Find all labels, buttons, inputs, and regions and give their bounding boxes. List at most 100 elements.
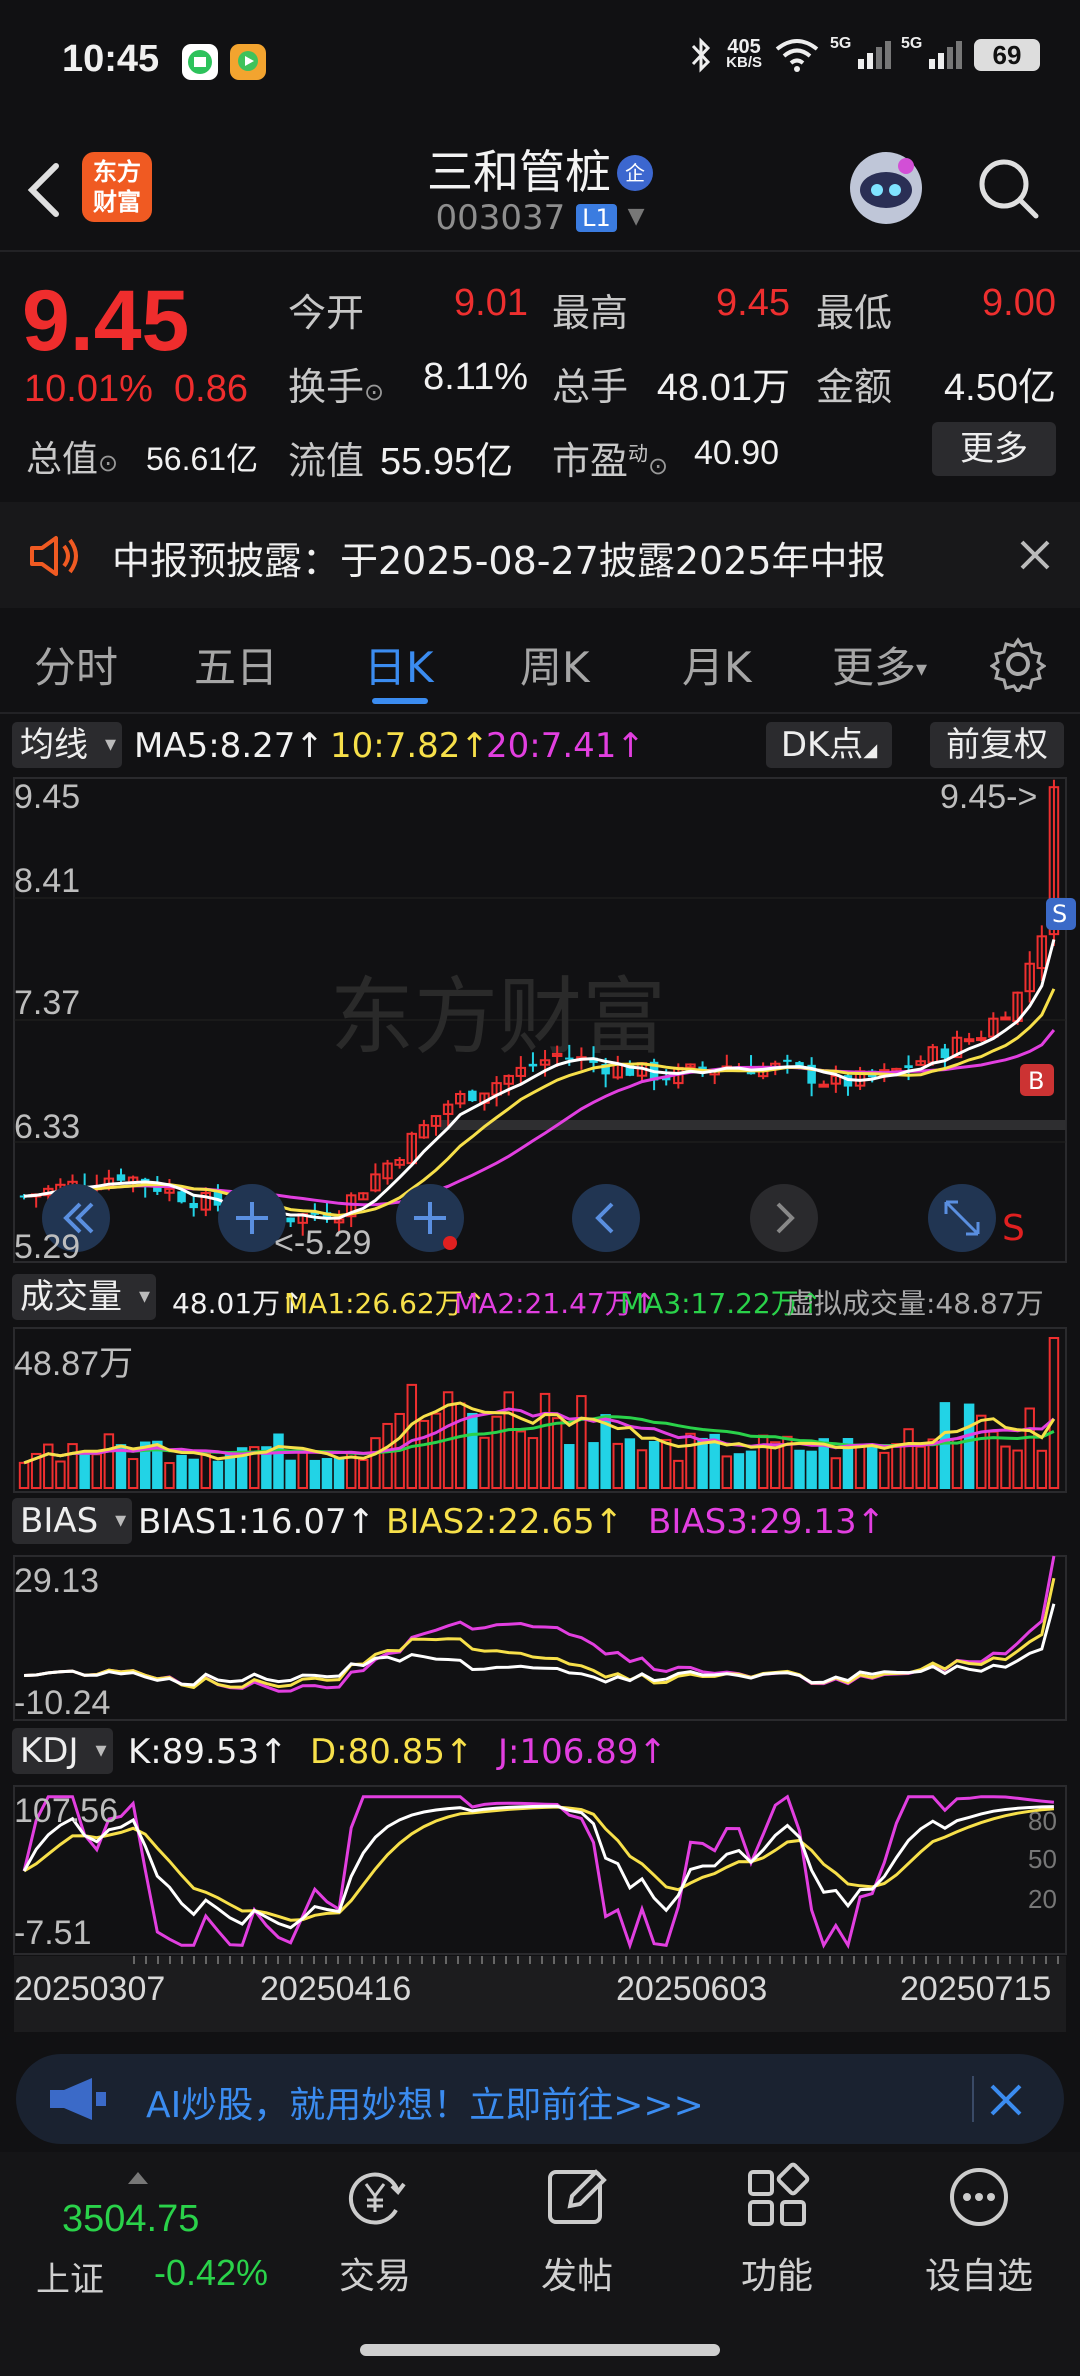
bottom-navigation: 3504.75 上证 -0.42% 交易 发帖 功能 设自选 bbox=[0, 2152, 1080, 2376]
trade-yen-icon bbox=[348, 2172, 406, 2225]
kdj-indicator-row: KDJ K:89.53↑ D:80.85↑ J:106.89↑ bbox=[0, 1726, 1080, 1780]
fullscreen-button[interactable] bbox=[928, 1184, 996, 1252]
price-axis-4: 6.33 bbox=[14, 1108, 81, 1146]
ma-selector-button[interactable]: 均线 bbox=[12, 722, 122, 768]
volume-chart[interactable] bbox=[0, 1326, 1080, 1494]
signal-icon-2: 5G bbox=[901, 35, 962, 69]
dk-point-button[interactable]: DK点◢ bbox=[766, 722, 892, 768]
high-price-marker: 9.45-> bbox=[940, 778, 1038, 816]
low-label: 最低 bbox=[816, 291, 893, 335]
notice-bar[interactable]: 中报预披露：于2025-08-27披露2025年中报 bbox=[0, 502, 1080, 608]
tab-daily-k[interactable]: 日K bbox=[364, 634, 434, 695]
volume-axis-top: 48.87万 bbox=[14, 1345, 134, 1383]
wifi-icon bbox=[775, 39, 819, 72]
volume-label: 总手 bbox=[552, 365, 629, 409]
volume-indicator-row: 成交量 48.01万↑ MA1:26.62万↑ MA2:21.47万↑ MA3:… bbox=[0, 1272, 1080, 1326]
sell-marker-label: S bbox=[1052, 900, 1067, 928]
kdj-k-value: K:89.53↑ bbox=[128, 1732, 288, 1772]
bias-axis-top: 29.13 bbox=[14, 1562, 100, 1600]
tab-monthly-k[interactable]: 月K bbox=[682, 634, 752, 695]
date-label-4: 20250715 bbox=[900, 1970, 1052, 2008]
kdj-level-80: 80 bbox=[1028, 1806, 1057, 1836]
tab-intraday[interactable]: 分时 bbox=[34, 634, 118, 695]
app-notification-icon-2 bbox=[230, 44, 266, 80]
status-time: 10:45 bbox=[62, 38, 160, 80]
scroll-left-button[interactable] bbox=[572, 1184, 640, 1252]
ma20-value: 20:7.41↑ bbox=[486, 726, 645, 766]
market-value: 56.61亿 bbox=[146, 441, 259, 477]
net-speed: 405 KB/S bbox=[726, 36, 762, 71]
index-change: -0.42% bbox=[154, 2252, 269, 2293]
price-axis-bottom: 5.29 bbox=[14, 1228, 81, 1266]
status-right: 405 KB/S 5G 5G 69 bbox=[688, 35, 1040, 74]
kdj-axis-top: 107.56 bbox=[14, 1792, 118, 1830]
virtual-volume: 虚拟成交量:48.87万 bbox=[786, 1287, 1044, 1320]
date-label-1: 20250307 bbox=[14, 1970, 166, 2008]
adjust-mode-button[interactable]: 前复权 bbox=[930, 722, 1064, 768]
bias2-value: BIAS2:22.65↑ bbox=[386, 1502, 624, 1542]
quote-panel: 9.45 10.01% 0.86 今开 9.01 最高 9.45 最低 9.00… bbox=[0, 252, 1080, 500]
high-label: 最高 bbox=[552, 291, 629, 335]
divider bbox=[972, 2076, 974, 2122]
pe-label: 市盈动⊙ bbox=[552, 439, 669, 483]
zoom-in-button[interactable] bbox=[396, 1184, 464, 1252]
chart-watermark: 东方财富 bbox=[330, 968, 666, 1066]
bias3-line bbox=[24, 1555, 1056, 1693]
settings-gear-icon[interactable] bbox=[990, 636, 1046, 692]
stock-code: 003037 bbox=[435, 198, 566, 238]
megaphone-icon bbox=[50, 2078, 106, 2120]
scroll-right-button[interactable] bbox=[750, 1184, 818, 1252]
tab-five-day[interactable]: 五日 bbox=[194, 634, 278, 695]
enterprise-badge: 企 bbox=[617, 155, 653, 191]
bias3-value: BIAS3:29.13↑ bbox=[648, 1502, 886, 1542]
nav-trade[interactable]: 交易 bbox=[310, 2162, 440, 2299]
turnover-value: 8.11% bbox=[423, 356, 528, 398]
chevron-down-icon: ▼ bbox=[627, 204, 645, 229]
tab-weekly-k[interactable]: 周K bbox=[520, 634, 590, 695]
more-dots-icon bbox=[950, 2168, 1008, 2226]
price-change: 10.01% 0.86 bbox=[24, 368, 248, 410]
search-icon[interactable] bbox=[976, 156, 1042, 222]
caret-up-icon bbox=[128, 2172, 148, 2184]
price-axis-3: 7.37 bbox=[14, 984, 81, 1022]
kdj-axis-bottom: -7.51 bbox=[14, 1914, 92, 1952]
nav-post[interactable]: 发帖 bbox=[512, 2162, 642, 2299]
volume-selector-button[interactable]: 成交量 bbox=[12, 1274, 156, 1320]
resistance-band bbox=[440, 1120, 1066, 1130]
nav-functions-label: 功能 bbox=[740, 2256, 813, 2297]
active-tab-indicator bbox=[372, 698, 428, 704]
nav-post-label: 发帖 bbox=[540, 2256, 613, 2297]
close-icon[interactable] bbox=[1018, 538, 1052, 572]
kdj-level-20: 20 bbox=[1028, 1884, 1057, 1914]
ai-promo-banner[interactable]: AI炒股，就用妙想！立即前往>>> bbox=[16, 2054, 1064, 2144]
index-quote[interactable]: 3504.75 上证 -0.42% bbox=[26, 2172, 296, 2302]
vol-ma1-line bbox=[23, 1401, 1056, 1465]
kline-chart[interactable]: 东方财富 S B S bbox=[0, 776, 1080, 1264]
float-value: 55.95亿 bbox=[380, 441, 514, 483]
battery-indicator: 69 bbox=[974, 39, 1040, 71]
ma5-value: MA5:8.27↑ bbox=[134, 726, 324, 766]
index-name: 上证 bbox=[36, 2260, 104, 2300]
app-notification-icon bbox=[182, 44, 218, 80]
date-axis: 20250307 20250416 20250603 20250715 bbox=[14, 1956, 1066, 2032]
robot-assistant-icon[interactable] bbox=[844, 146, 928, 230]
nav-functions[interactable]: 功能 bbox=[712, 2162, 842, 2299]
high-value: 9.45 bbox=[716, 282, 790, 324]
open-label: 今开 bbox=[288, 291, 365, 335]
nav-watchlist[interactable]: 设自选 bbox=[914, 2162, 1044, 2299]
volume-value: 48.01万 bbox=[656, 367, 790, 409]
open-value: 9.01 bbox=[454, 282, 528, 324]
kdj-selector-button[interactable]: KDJ bbox=[12, 1728, 113, 1774]
bias-chart[interactable] bbox=[0, 1554, 1080, 1722]
bias1-value: BIAS1:16.07↑ bbox=[138, 1502, 376, 1542]
kdj-chart[interactable] bbox=[0, 1784, 1080, 1956]
speaker-icon bbox=[30, 536, 78, 576]
bias-selector-button[interactable]: BIAS bbox=[12, 1498, 133, 1544]
period-tabs: 分时 五日 日K 周K 月K 更多▾ bbox=[0, 610, 1080, 714]
price-axis-top: 9.45 bbox=[14, 778, 81, 816]
tab-more[interactable]: 更多▾ bbox=[832, 634, 927, 695]
more-quote-button[interactable]: 更多 bbox=[932, 422, 1056, 476]
volume-bars bbox=[18, 1337, 1060, 1490]
date-label-2: 20250416 bbox=[260, 1970, 412, 2008]
close-banner-icon[interactable] bbox=[986, 2080, 1026, 2120]
